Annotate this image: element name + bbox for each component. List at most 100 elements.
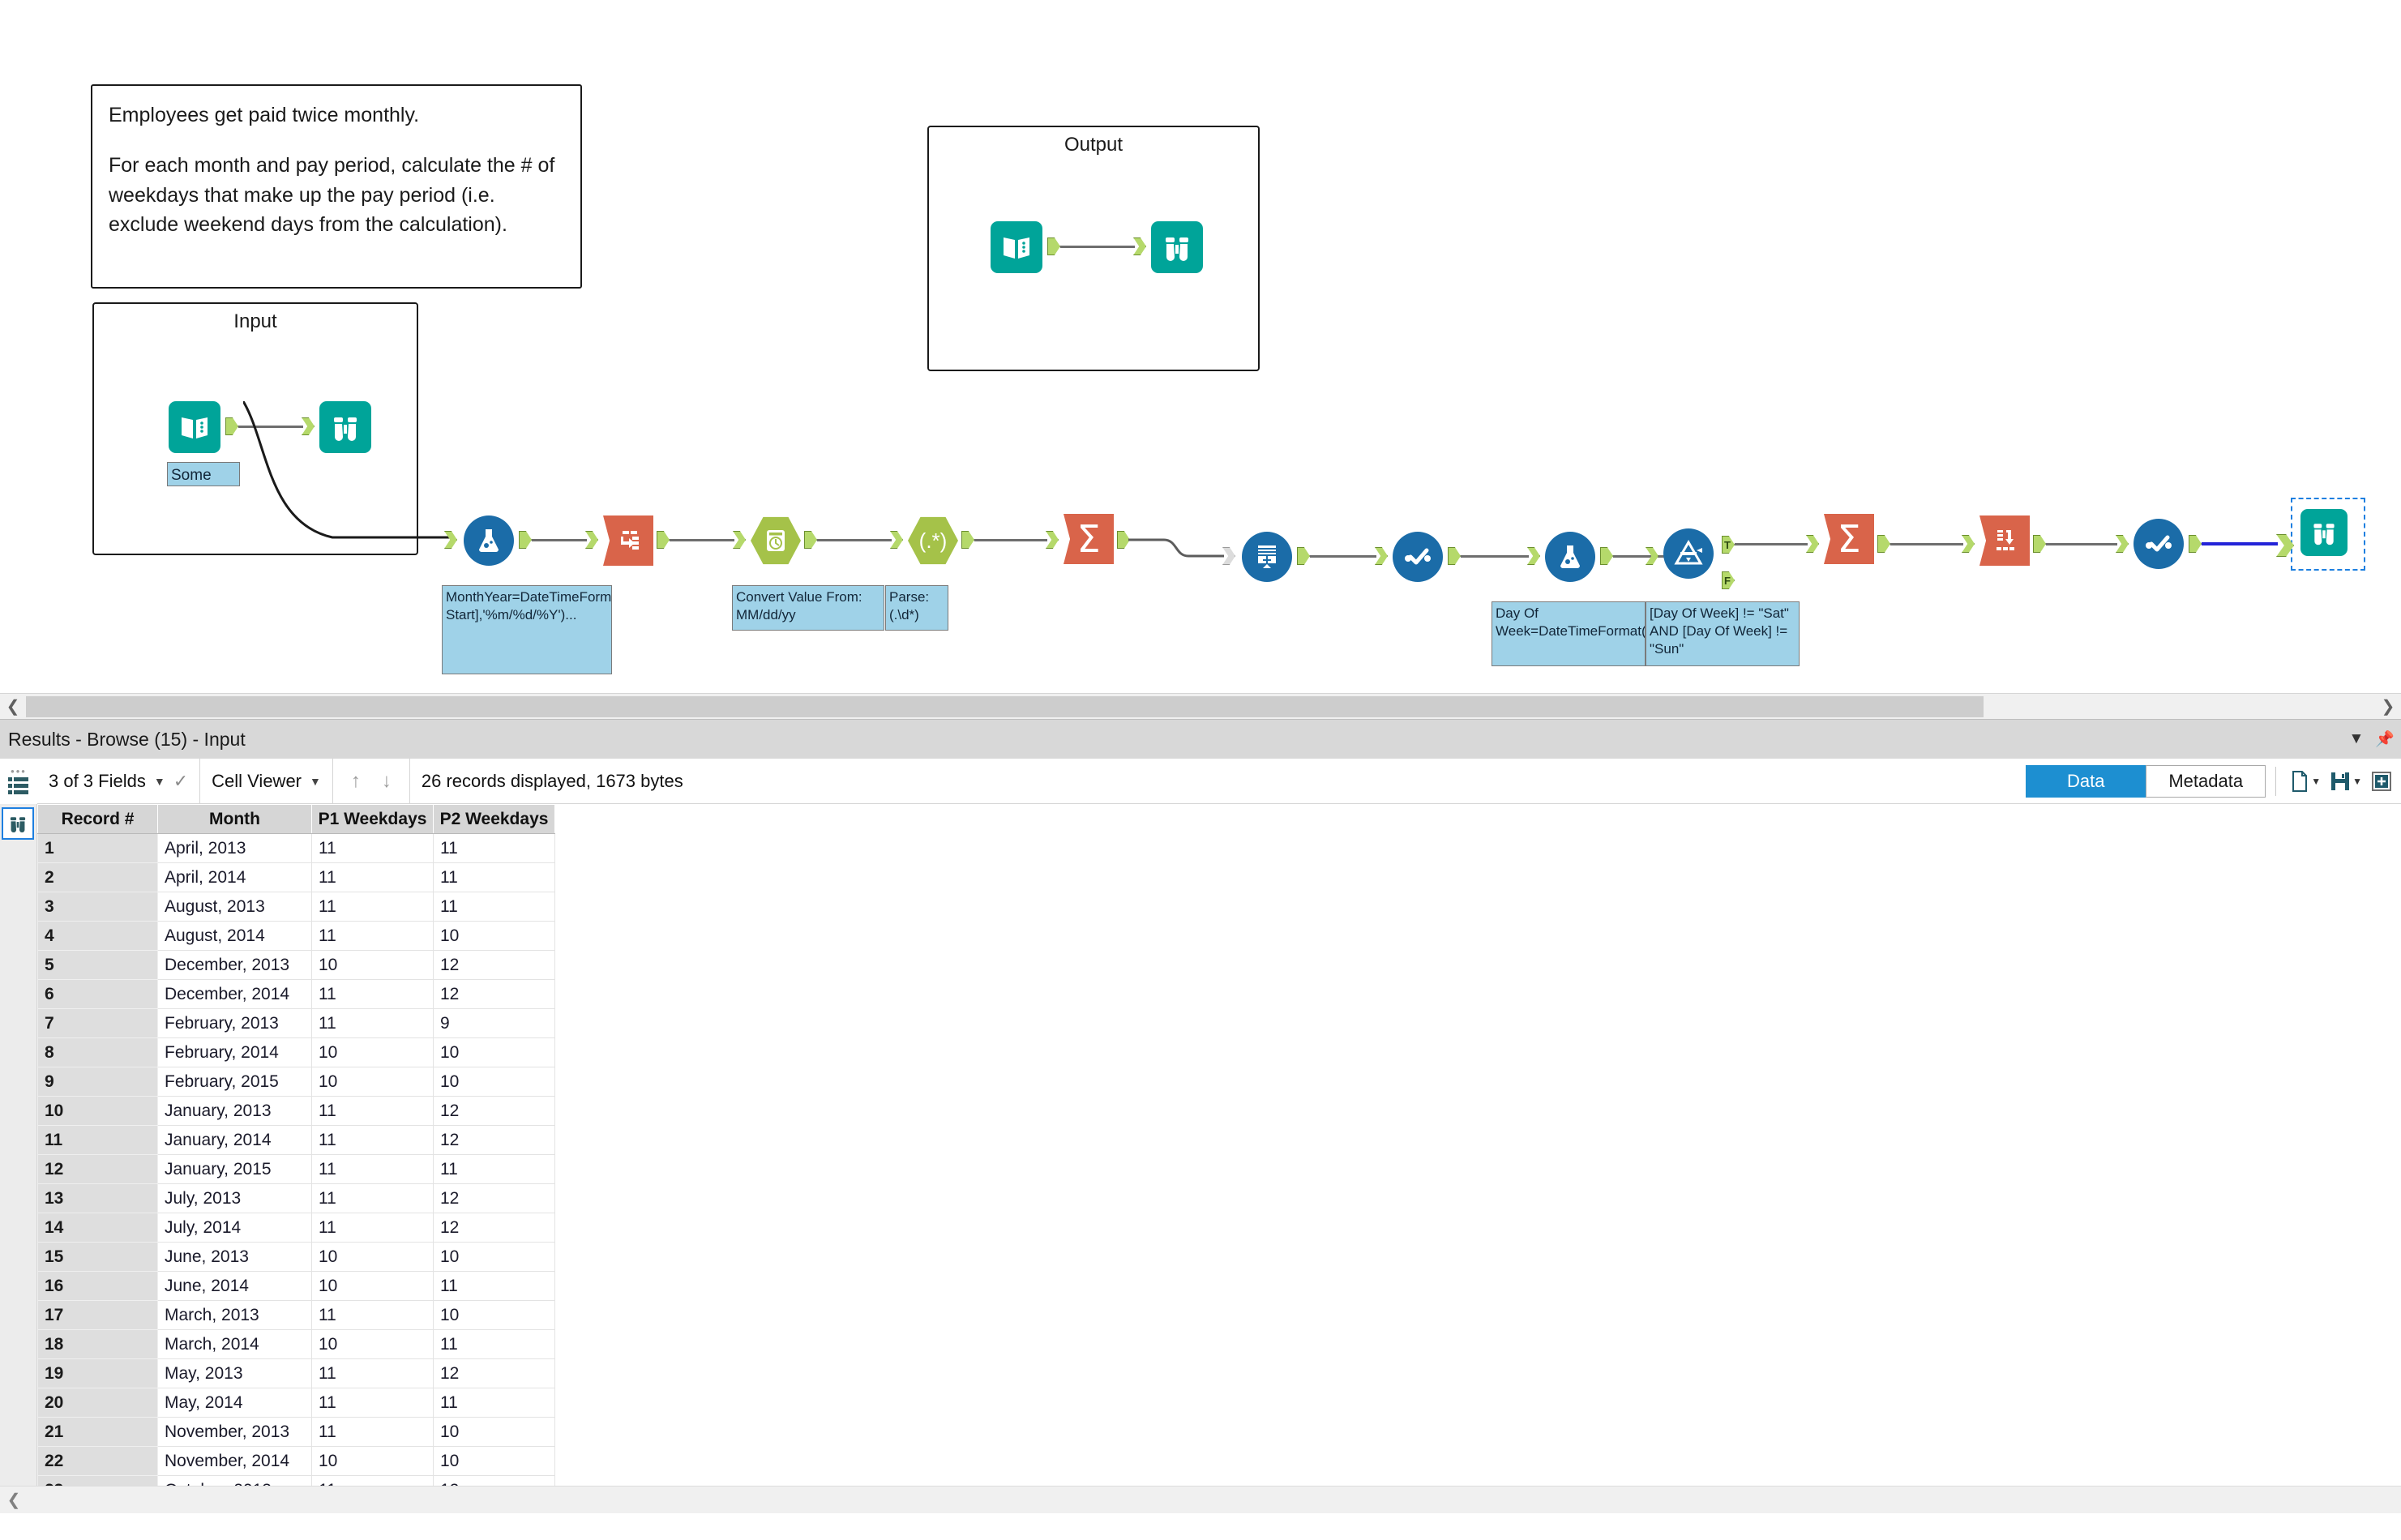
cell-p1-weekdays[interactable]: 10	[311, 1271, 434, 1301]
formula-tool-2[interactable]	[1545, 532, 1595, 582]
datetime-output-port[interactable]	[804, 531, 817, 549]
cell-p1-weekdays[interactable]: 11	[311, 979, 434, 1009]
generate-rows-tool[interactable]	[1242, 532, 1292, 582]
cell-p2-weekdays[interactable]: 10	[433, 1242, 555, 1272]
table-row[interactable]: 9 February, 2015 10 10	[37, 1067, 555, 1097]
cell-record-number[interactable]: 18	[37, 1329, 158, 1359]
cell-record-number[interactable]: 12	[37, 1154, 158, 1184]
filter-false-port[interactable]: F	[1722, 571, 1735, 589]
cell-p1-weekdays[interactable]: 11	[311, 1417, 434, 1447]
cell-record-number[interactable]: 8	[37, 1037, 158, 1067]
cell-p2-weekdays[interactable]: 12	[433, 1183, 555, 1213]
table-row[interactable]: 21 November, 2013 11 10	[37, 1417, 555, 1447]
tool-container-input[interactable]: Input Some	[92, 302, 418, 555]
cell-month[interactable]: November, 2014	[157, 1446, 312, 1476]
select-output-port[interactable]	[1448, 547, 1461, 565]
cell-record-number[interactable]: 20	[37, 1388, 158, 1418]
copy-button[interactable]: ▼	[2286, 771, 2326, 792]
cell-record-number[interactable]: 15	[37, 1242, 158, 1272]
cell-record-number[interactable]: 7	[37, 1008, 158, 1038]
table-row[interactable]: 18 March, 2014 10 11	[37, 1329, 555, 1359]
cell-p2-weekdays[interactable]: 11	[433, 833, 555, 863]
table-row[interactable]: 22 November, 2014 10 10	[37, 1446, 555, 1476]
filter-true-port[interactable]: T	[1722, 536, 1735, 554]
cell-month[interactable]: March, 2014	[157, 1329, 312, 1359]
cell-p2-weekdays[interactable]: 10	[433, 1446, 555, 1476]
list-view-icon[interactable]	[8, 776, 29, 795]
cell-p2-weekdays[interactable]: 11	[433, 1154, 555, 1184]
cell-month[interactable]: August, 2013	[157, 892, 312, 922]
table-row[interactable]: 5 December, 2013 10 12	[37, 950, 555, 980]
select-input-port[interactable]	[1375, 547, 1388, 565]
regex-output-port[interactable]	[961, 531, 974, 549]
table-row[interactable]: 2 April, 2014 11 11	[37, 862, 555, 892]
cell-p2-weekdays[interactable]: 12	[433, 950, 555, 980]
output-browse-tool[interactable]	[1151, 221, 1203, 273]
cell-p2-weekdays[interactable]: 9	[433, 1008, 555, 1038]
table-row[interactable]: 12 January, 2015 11 11	[37, 1154, 555, 1184]
cell-p1-weekdays[interactable]: 11	[311, 1183, 434, 1213]
cell-p1-weekdays[interactable]: 11	[311, 921, 434, 951]
cell-record-number[interactable]: 10	[37, 1096, 158, 1126]
summarize-tool-2[interactable]: Σ	[1824, 514, 1874, 564]
fields-selector[interactable]: 3 of 3 Fields ▼ ✓	[37, 758, 201, 804]
cell-p2-weekdays[interactable]: 12	[433, 1096, 555, 1126]
column-header-record[interactable]: Record #	[37, 804, 158, 834]
select2-input-port[interactable]	[2116, 535, 2129, 553]
check-icon[interactable]: ✓	[173, 771, 188, 792]
summarize-output-port[interactable]	[1117, 531, 1130, 549]
table-row[interactable]: 8 February, 2014 10 10	[37, 1037, 555, 1067]
filter-tool[interactable]	[1663, 528, 1714, 579]
tool-container-output[interactable]: Output	[927, 126, 1260, 371]
cell-record-number[interactable]: 6	[37, 979, 158, 1009]
save-button[interactable]: ▼	[2326, 772, 2367, 791]
comment-box[interactable]: Employees get paid twice monthly. For ea…	[91, 84, 582, 289]
summarize2-output-port[interactable]	[1877, 535, 1890, 553]
sort-descending-button[interactable]: ↓	[375, 770, 398, 793]
canvas-horizontal-scrollbar[interactable]: ❮ ❯	[0, 693, 2401, 719]
cell-p1-weekdays[interactable]: 11	[311, 1096, 434, 1126]
output-browse-input-port[interactable]	[1133, 237, 1146, 255]
cell-record-number[interactable]: 1	[37, 833, 158, 863]
scroll-right-arrow-icon[interactable]: ❯	[2375, 694, 2401, 720]
grid-scroll-left-arrow-icon[interactable]: ❮	[0, 1487, 28, 1514]
crosstab-tool[interactable]	[1979, 515, 2030, 566]
table-row[interactable]: 15 June, 2013 10 10	[37, 1242, 555, 1272]
cell-p1-weekdays[interactable]: 10	[311, 1329, 434, 1359]
formula2-input-port[interactable]	[1527, 547, 1540, 565]
table-row[interactable]: 6 December, 2014 11 12	[37, 979, 555, 1009]
cell-record-number[interactable]: 16	[37, 1271, 158, 1301]
table-row[interactable]: 10 January, 2013 11 12	[37, 1096, 555, 1126]
cell-record-number[interactable]: 19	[37, 1358, 158, 1388]
cell-p1-weekdays[interactable]: 11	[311, 1125, 434, 1155]
cell-record-number[interactable]: 9	[37, 1067, 158, 1097]
cell-p1-weekdays[interactable]: 11	[311, 1388, 434, 1418]
cell-p1-weekdays[interactable]: 10	[311, 950, 434, 980]
summarize-tool[interactable]: Σ	[1064, 514, 1114, 564]
chevron-down-icon[interactable]: ▼	[154, 775, 165, 788]
cell-month[interactable]: March, 2013	[157, 1300, 312, 1330]
table-row[interactable]: 3 August, 2013 11 11	[37, 892, 555, 922]
cell-record-number[interactable]: 21	[37, 1417, 158, 1447]
table-row[interactable]: 11 January, 2014 11 12	[37, 1125, 555, 1155]
summarize2-input-port[interactable]	[1806, 535, 1819, 553]
cell-p2-weekdays[interactable]: 10	[433, 1067, 555, 1097]
cell-p2-weekdays[interactable]: 10	[433, 921, 555, 951]
canvas-scroll-thumb[interactable]	[26, 695, 1984, 717]
cell-month[interactable]: June, 2014	[157, 1271, 312, 1301]
cell-p1-weekdays[interactable]: 11	[311, 1300, 434, 1330]
cell-p1-weekdays[interactable]: 10	[311, 1446, 434, 1476]
cell-month[interactable]: May, 2013	[157, 1358, 312, 1388]
formula-tool[interactable]	[464, 515, 514, 566]
cell-p1-weekdays[interactable]: 11	[311, 1008, 434, 1038]
crosstab-output-port[interactable]	[2033, 535, 2046, 553]
chevron-down-icon[interactable]: ▼	[2311, 776, 2321, 787]
results-grid[interactable]: Record # Month P1 Weekdays P2 Weekdays 1…	[37, 804, 2401, 1513]
cell-month[interactable]: November, 2013	[157, 1417, 312, 1447]
table-row[interactable]: 20 May, 2014 11 11	[37, 1388, 555, 1418]
cell-p2-weekdays[interactable]: 10	[433, 1417, 555, 1447]
cell-month[interactable]: January, 2014	[157, 1125, 312, 1155]
column-header-p1[interactable]: P1 Weekdays	[311, 804, 434, 834]
summarize-input-port[interactable]	[1046, 531, 1059, 549]
cell-p2-weekdays[interactable]: 12	[433, 1358, 555, 1388]
